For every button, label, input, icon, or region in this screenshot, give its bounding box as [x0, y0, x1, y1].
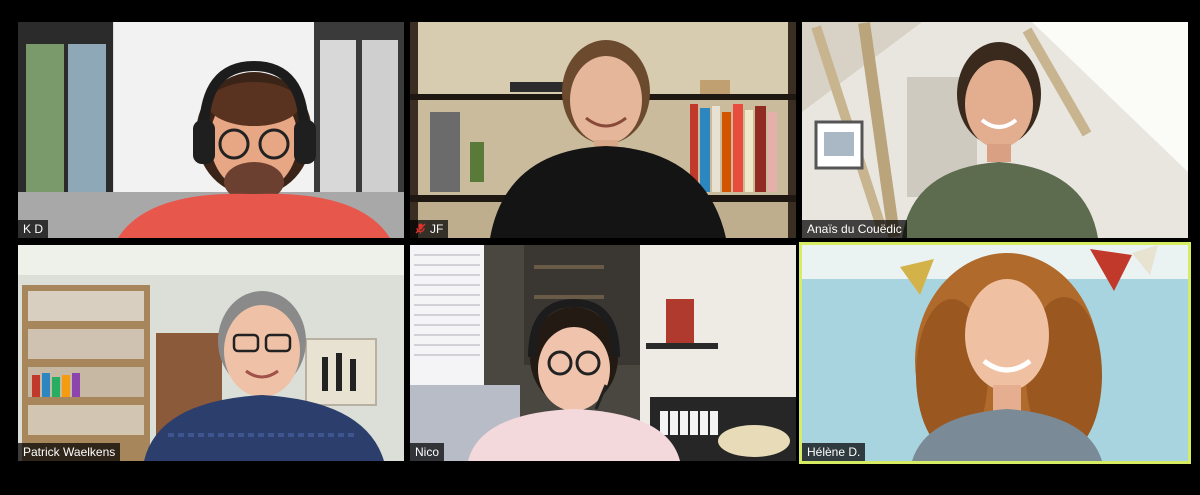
video-tile-patrick[interactable]: Patrick Waelkens	[18, 245, 404, 461]
gallery-view: K D JF Anaïs du Couëdic Patrick Waelkens…	[0, 0, 1200, 495]
video-tile-jf[interactable]: JF	[410, 22, 796, 238]
participant-name-label: Nico	[410, 443, 445, 461]
video-tile-kd[interactable]: K D	[18, 22, 404, 238]
participant-name-label: Hélène D.	[802, 443, 866, 461]
participant-video-nico	[410, 245, 796, 461]
muted-microphone-icon	[415, 223, 426, 234]
video-tile-anais[interactable]: Anaïs du Couëdic	[802, 22, 1188, 238]
participant-name-label: K D	[18, 220, 49, 238]
participant-video-jf	[410, 22, 796, 238]
participant-video-helene	[802, 245, 1188, 461]
video-tile-helene-active-speaker[interactable]: Hélène D.	[799, 242, 1191, 464]
participant-name-label: JF	[410, 220, 449, 238]
participant-video-anais	[802, 22, 1188, 238]
participant-name-label: Anaïs du Couëdic	[802, 220, 907, 238]
participant-name-label: Patrick Waelkens	[18, 443, 121, 461]
participant-video-patrick	[18, 245, 404, 461]
video-tile-nico[interactable]: Nico	[410, 245, 796, 461]
participant-video-kd	[18, 22, 404, 238]
